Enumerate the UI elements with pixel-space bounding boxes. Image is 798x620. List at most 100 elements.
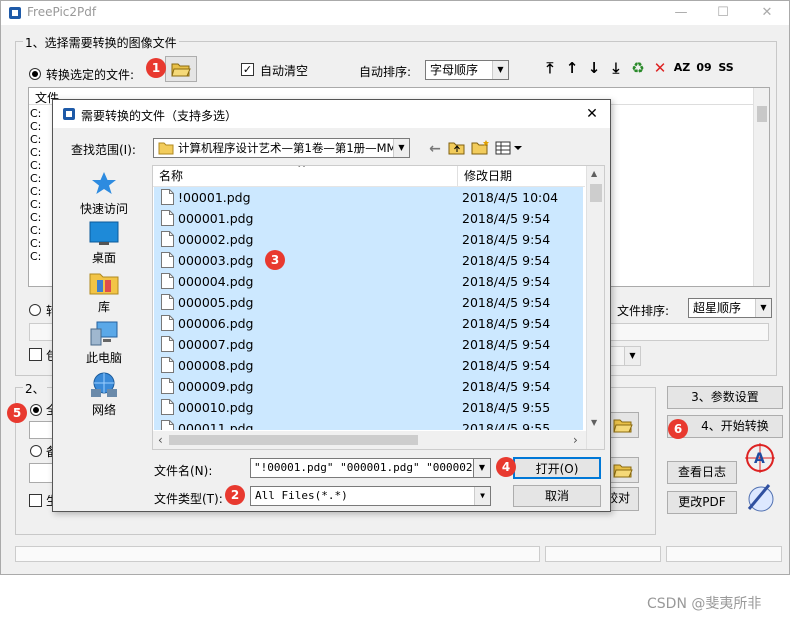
file-sort-select[interactable]: 超星顺序 ▼ — [688, 298, 772, 318]
file-row[interactable]: 000005.pdg 2018/4/5 9:54 — [154, 292, 583, 313]
file-row[interactable]: C: — [30, 172, 50, 185]
scroll-thumb[interactable] — [590, 184, 602, 202]
move-up-icon[interactable]: ↑ — [563, 59, 581, 77]
back-arrow-icon[interactable]: ← — [426, 140, 444, 158]
cancel-button-label: 取消 — [544, 489, 569, 503]
filetype-select[interactable]: All Files(*.*) ▼ — [250, 486, 491, 506]
up-folder-icon[interactable] — [448, 140, 466, 156]
dialog-horizontal-scrollbar[interactable]: ‹ › — [153, 431, 586, 449]
dialog-close-icon[interactable]: ✕ — [580, 104, 604, 124]
move-down-icon[interactable]: ↓ — [585, 59, 603, 77]
scroll-thumb[interactable] — [757, 106, 767, 122]
dialog-vertical-scrollbar[interactable]: ▲ ▼ — [586, 166, 604, 449]
auto-sort-select[interactable]: 字母顺序 ▼ — [425, 60, 509, 80]
status-segment-2 — [545, 546, 661, 562]
browse-folder-button[interactable] — [165, 56, 197, 82]
radio-selected-files[interactable] — [29, 68, 41, 80]
scroll-right-icon[interactable]: › — [573, 433, 578, 447]
file-row[interactable]: 000010.pdg 2018/4/5 9:55 — [154, 397, 583, 418]
open-button[interactable]: 打开(O) — [513, 457, 601, 479]
file-row[interactable]: C: — [30, 250, 50, 263]
file-date: 2018/4/5 9:54 — [462, 358, 551, 373]
file-row[interactable]: 000003.pdg 2018/4/5 9:54 — [154, 250, 583, 271]
sort-ss-icon[interactable]: SS — [717, 59, 735, 77]
file-icon — [161, 399, 174, 415]
nav-quick-access[interactable]: 快速访问 — [75, 170, 133, 217]
radio-convert-folder[interactable] — [29, 304, 41, 316]
browse-other-button[interactable] — [607, 457, 639, 483]
file-row[interactable]: C: — [30, 133, 50, 146]
chevron-down-icon: ▼ — [492, 61, 508, 79]
nav-desktop[interactable]: 桌面 — [75, 221, 133, 266]
file-row[interactable]: 000002.pdg 2018/4/5 9:54 — [154, 229, 583, 250]
file-row[interactable]: C: — [30, 185, 50, 198]
browse-output-button[interactable] — [607, 412, 639, 438]
filename-input[interactable]: "!00001.pdg" "000001.pdg" "000002.pdg — [250, 458, 490, 478]
view-log-button[interactable]: 查看日志 — [667, 461, 737, 484]
file-row[interactable]: 000009.pdg 2018/4/5 9:54 — [154, 376, 583, 397]
radio-output-all[interactable] — [30, 404, 42, 416]
maximize-button[interactable]: ☐ — [703, 3, 743, 23]
close-button[interactable]: ✕ — [747, 3, 787, 23]
file-name: 000011.pdg — [178, 421, 254, 430]
sort-09-icon[interactable]: 09 — [695, 59, 713, 77]
col-modified-header[interactable]: 修改日期 — [464, 166, 512, 186]
file-icon — [161, 210, 174, 226]
move-bottom-icon[interactable]: ⤓ — [607, 59, 625, 77]
recycle-icon[interactable]: ♻ — [629, 59, 647, 77]
file-row[interactable]: C: — [30, 159, 50, 172]
file-row[interactable]: C: — [30, 211, 50, 224]
file-row[interactable]: 000004.pdg 2018/4/5 9:54 — [154, 271, 583, 292]
file-row[interactable]: C: — [30, 198, 50, 211]
file-row[interactable]: C: — [30, 107, 50, 120]
lookin-select[interactable]: 计算机程序设计艺术—第1卷—第1册—MM ▼ — [153, 138, 410, 158]
h-scroll-thumb[interactable] — [169, 435, 418, 445]
file-icon — [161, 378, 174, 394]
file-row[interactable]: C: — [30, 120, 50, 133]
file-list-scrollbar[interactable] — [753, 88, 769, 286]
file-row[interactable]: 000008.pdg 2018/4/5 9:54 — [154, 355, 583, 376]
file-icon — [161, 231, 174, 247]
col-name-header[interactable]: 名称 — [159, 166, 183, 186]
pdf-target-icon[interactable]: A — [743, 441, 777, 475]
sort-az-icon[interactable]: AZ — [673, 59, 691, 77]
params-settings-button[interactable]: 3、参数设置 — [667, 386, 783, 409]
radio-output-other[interactable] — [30, 445, 42, 457]
col-divider — [457, 166, 458, 186]
file-row[interactable]: C: — [30, 224, 50, 237]
file-row[interactable]: C: — [30, 237, 50, 250]
file-row[interactable]: !00001.pdg 2018/4/5 10:04 — [154, 187, 583, 208]
change-pdf-button[interactable]: 更改PDF — [667, 491, 737, 514]
pdf-edit-icon[interactable] — [743, 479, 779, 515]
include-subfolders-checkbox[interactable] — [29, 348, 42, 361]
file-row[interactable]: C: — [30, 146, 50, 159]
auto-clear-checkbox[interactable]: ✓ — [241, 63, 254, 76]
generate-checkbox[interactable] — [29, 494, 42, 507]
view-menu-icon[interactable] — [495, 141, 523, 155]
output-other-field[interactable] — [29, 463, 53, 483]
nav-library[interactable]: 库 — [75, 270, 133, 315]
file-row[interactable]: 000007.pdg 2018/4/5 9:54 — [154, 334, 583, 355]
file-row[interactable]: 000011.pdg 2018/4/5 9:55 — [154, 418, 583, 430]
nav-this-pc-label: 此电脑 — [85, 351, 122, 365]
file-row[interactable]: 000006.pdg 2018/4/5 9:54 — [154, 313, 583, 334]
nav-quick-access-label: 快速访问 — [79, 202, 128, 216]
minimize-button[interactable]: — — [661, 3, 701, 23]
scroll-down-icon[interactable]: ▼ — [591, 418, 597, 427]
file-date: 2018/4/5 9:54 — [462, 274, 551, 289]
scroll-left-icon[interactable]: ‹ — [158, 433, 163, 447]
output-path-field[interactable] — [29, 421, 53, 439]
file-name: 000003.pdg — [178, 253, 254, 268]
file-row[interactable]: 000001.pdg 2018/4/5 9:54 — [154, 208, 583, 229]
new-folder-icon[interactable] — [471, 139, 491, 156]
delete-icon[interactable]: ✕ — [651, 59, 669, 77]
change-pdf-label: 更改PDF — [678, 495, 726, 509]
scroll-up-icon[interactable]: ▲ — [591, 169, 597, 178]
move-top-icon[interactable]: ⤒ — [541, 59, 559, 77]
desktop-icon — [89, 221, 119, 245]
nav-network[interactable]: 网络 — [75, 371, 133, 418]
filetype-label: 文件类型(T): — [154, 492, 223, 506]
nav-this-pc[interactable]: 此电脑 — [75, 321, 133, 366]
filename-dropdown[interactable]: ▼ — [473, 458, 491, 478]
cancel-button[interactable]: 取消 — [513, 485, 601, 507]
